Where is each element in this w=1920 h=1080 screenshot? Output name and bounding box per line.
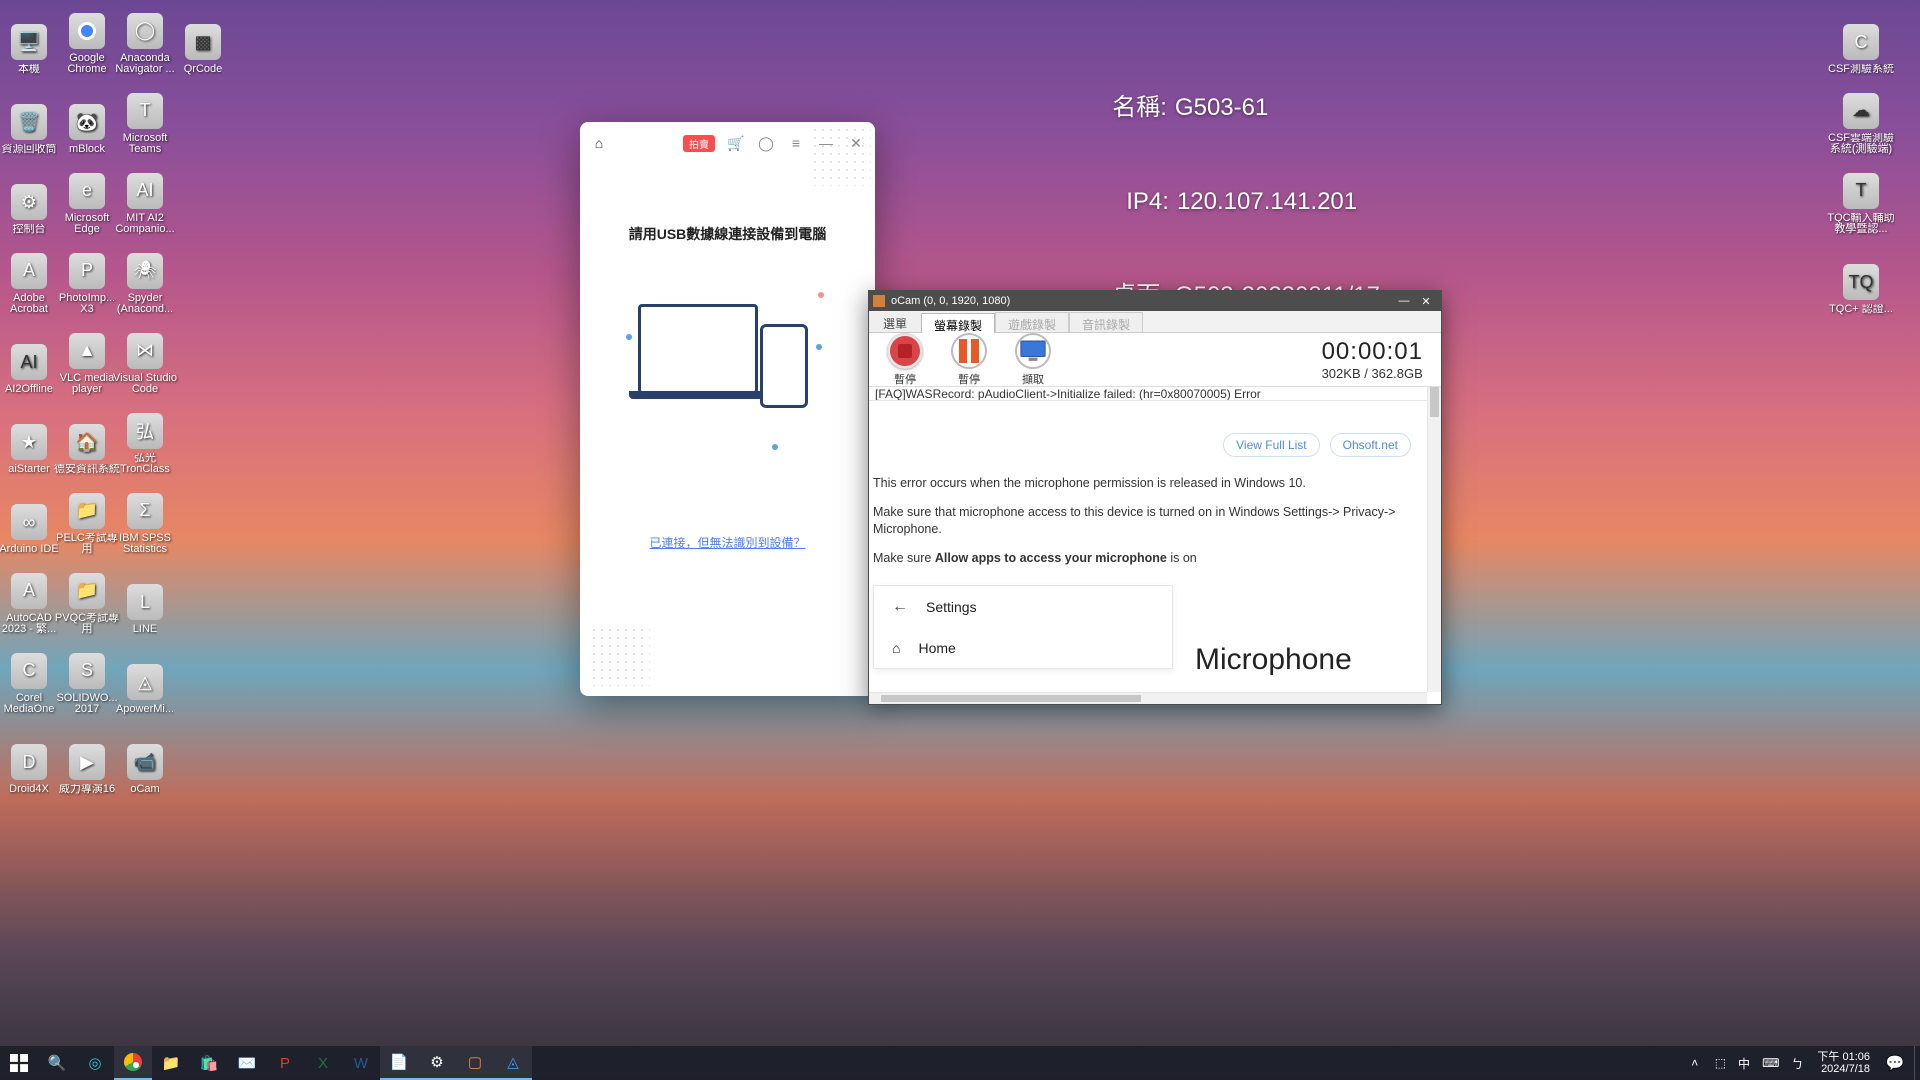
- tab-audio-record[interactable]: 音訊錄製: [1069, 312, 1143, 332]
- tab-game-record[interactable]: 遊戲錄製: [995, 312, 1069, 332]
- tab-screen-record[interactable]: 螢幕錄製: [921, 313, 995, 333]
- tray-overflow-chevron-icon[interactable]: ˄: [1683, 1056, 1707, 1070]
- start-button[interactable]: [0, 1046, 38, 1080]
- taskbar-powerpoint[interactable]: P: [266, 1046, 304, 1080]
- settings-title: Settings: [926, 599, 977, 615]
- pause-icon: [951, 333, 987, 369]
- taskbar-apowermirror[interactable]: ◬: [494, 1046, 532, 1080]
- tab-menu[interactable]: 選單: [869, 312, 921, 332]
- error-log-line: [FAQ]WASRecord: pAudioClient->Initialize…: [869, 387, 1433, 401]
- capture-button[interactable]: 擷取: [1015, 333, 1051, 387]
- device-illustration-icon: [638, 294, 818, 444]
- desktop-icon-tqc-plus[interactable]: TQTQC+ 認證...: [1826, 242, 1896, 318]
- ocam-toolbar: 暫停 暫停 擷取 00:00:01 302KB / 362.8GB: [869, 333, 1441, 387]
- phone-manager-window: ⌂ 拍賣 🛒 ◯ ≡ — ✕ 請用USB數據線連接設備到電腦 已連接，但無法識別…: [580, 122, 875, 696]
- desktop-icon-spyder[interactable]: 🕷Spyder (Anacond...: [110, 242, 180, 318]
- taskbar-word[interactable]: W: [342, 1046, 380, 1080]
- menu-icon[interactable]: ≡: [787, 134, 805, 152]
- desktop-icon-line[interactable]: LLINE: [110, 562, 180, 638]
- desktop-icon-tqc-input[interactable]: TTQC輸入輔助教學暨認...: [1826, 162, 1896, 238]
- ocam-content: [FAQ]WASRecord: pAudioClient->Initialize…: [869, 387, 1441, 704]
- desktop-icon-vscode[interactable]: ⋈Visual Studio Code: [110, 322, 180, 398]
- notification-center-icon[interactable]: 💬: [1876, 1046, 1914, 1080]
- taskbar-notepad[interactable]: 📄: [380, 1046, 418, 1080]
- stop-button[interactable]: 暫停: [887, 333, 923, 387]
- taskbar-clock[interactable]: 下午 01:06 2024/7/18: [1811, 1051, 1876, 1075]
- desktop-icon-spss[interactable]: ΣIBM SPSS Statistics: [110, 482, 180, 558]
- show-desktop-button[interactable]: [1914, 1046, 1920, 1080]
- error-explanation-3: Make sure Allow apps to access your micr…: [869, 538, 1433, 567]
- desktop-icon-csf-cloud[interactable]: ☁CSF雲端測驗系統(測驗端): [1826, 82, 1896, 158]
- taskbar-excel[interactable]: X: [304, 1046, 342, 1080]
- error-explanation-2: Make sure that microphone access to this…: [869, 492, 1433, 538]
- home-icon[interactable]: ⌂: [590, 134, 608, 152]
- pause-button[interactable]: 暫停: [951, 333, 987, 387]
- horizontal-scrollbar[interactable]: [869, 692, 1427, 704]
- ocam-app-icon: [873, 295, 885, 307]
- desktop-icon-apowermirror[interactable]: ◬ApowerMi...: [110, 642, 180, 718]
- taskbar-explorer[interactable]: 📁: [152, 1046, 190, 1080]
- desktop-icon-ocam[interactable]: 📹oCam: [110, 722, 180, 798]
- taskbar: 🔍 ◎ 📁 🛍️ ✉️ P X W 📄 ⚙ ▢ ◬ ˄ ⬚ 中 ⌨ ㄅ 下午 0…: [0, 1046, 1920, 1080]
- taskbar-mail[interactable]: ✉️: [228, 1046, 266, 1080]
- settings-screenshot: ← Settings ⌂ Home: [873, 585, 1173, 669]
- cannot-detect-device-link[interactable]: 已連接，但無法識別到設備？: [649, 534, 805, 551]
- back-arrow-icon[interactable]: ←: [892, 598, 908, 616]
- taskbar-store[interactable]: 🛍️: [190, 1046, 228, 1080]
- decoration-dots-icon: [811, 126, 871, 186]
- tray-item[interactable]: ⬚: [1715, 1056, 1726, 1070]
- taskbar-ocam[interactable]: ▢: [456, 1046, 494, 1080]
- cart-icon[interactable]: 🛒: [727, 134, 745, 152]
- close-button[interactable]: ✕: [1415, 292, 1437, 310]
- desktop-icon-teams[interactable]: TMicrosoft Teams: [110, 82, 180, 158]
- recording-timer: 00:00:01: [1322, 338, 1423, 366]
- ocam-titlebar[interactable]: oCam (0, 0, 1920, 1080) — ✕: [869, 291, 1441, 311]
- taskbar-edge[interactable]: ◎: [76, 1046, 114, 1080]
- desktop-icon-tronclass[interactable]: 弘弘光 TronClass: [110, 402, 180, 478]
- microphone-heading: Microphone: [1195, 643, 1352, 677]
- settings-home-item[interactable]: Home: [918, 640, 955, 656]
- desktop-icon-qrcode[interactable]: ▩QrCode: [168, 2, 238, 78]
- decoration-dots-icon: [590, 626, 650, 686]
- home-nav-icon[interactable]: ⌂: [892, 640, 900, 656]
- system-tray: ⬚ 中 ⌨ ㄅ: [1707, 1055, 1812, 1072]
- view-full-list-button[interactable]: View Full List: [1223, 433, 1319, 457]
- recording-size: 302KB / 362.8GB: [1322, 366, 1423, 381]
- ocam-tabs: 選單 螢幕錄製 遊戲錄製 音訊錄製: [869, 311, 1441, 333]
- sale-badge: 拍賣: [683, 135, 715, 152]
- search-button[interactable]: 🔍: [38, 1046, 76, 1080]
- desktop-icon-ai2companion[interactable]: AIMIT AI2 Companio...: [110, 162, 180, 238]
- connect-usb-message: 請用USB數據線連接設備到電腦: [629, 224, 827, 244]
- taskbar-settings[interactable]: ⚙: [418, 1046, 456, 1080]
- vertical-scrollbar[interactable]: [1427, 387, 1441, 692]
- ocam-title: oCam (0, 0, 1920, 1080): [891, 295, 1010, 307]
- ocam-window: oCam (0, 0, 1920, 1080) — ✕ 選單 螢幕錄製 遊戲錄製…: [868, 290, 1442, 705]
- minimize-button[interactable]: —: [1393, 292, 1415, 310]
- ohsoft-link-button[interactable]: Ohsoft.net: [1330, 433, 1411, 457]
- tray-keyboard-icon[interactable]: ⌨: [1762, 1056, 1779, 1070]
- monitor-icon: [1015, 333, 1051, 369]
- user-icon[interactable]: ◯: [757, 134, 775, 152]
- taskbar-chrome[interactable]: [114, 1046, 152, 1080]
- desktop-icon-csf-test[interactable]: CCSF測驗系統: [1826, 2, 1896, 78]
- error-explanation-1: This error occurs when the microphone pe…: [869, 463, 1433, 492]
- tray-ime-mode[interactable]: ㄅ: [1791, 1055, 1803, 1072]
- stop-icon: [887, 333, 923, 369]
- tray-ime-lang[interactable]: 中: [1738, 1055, 1750, 1072]
